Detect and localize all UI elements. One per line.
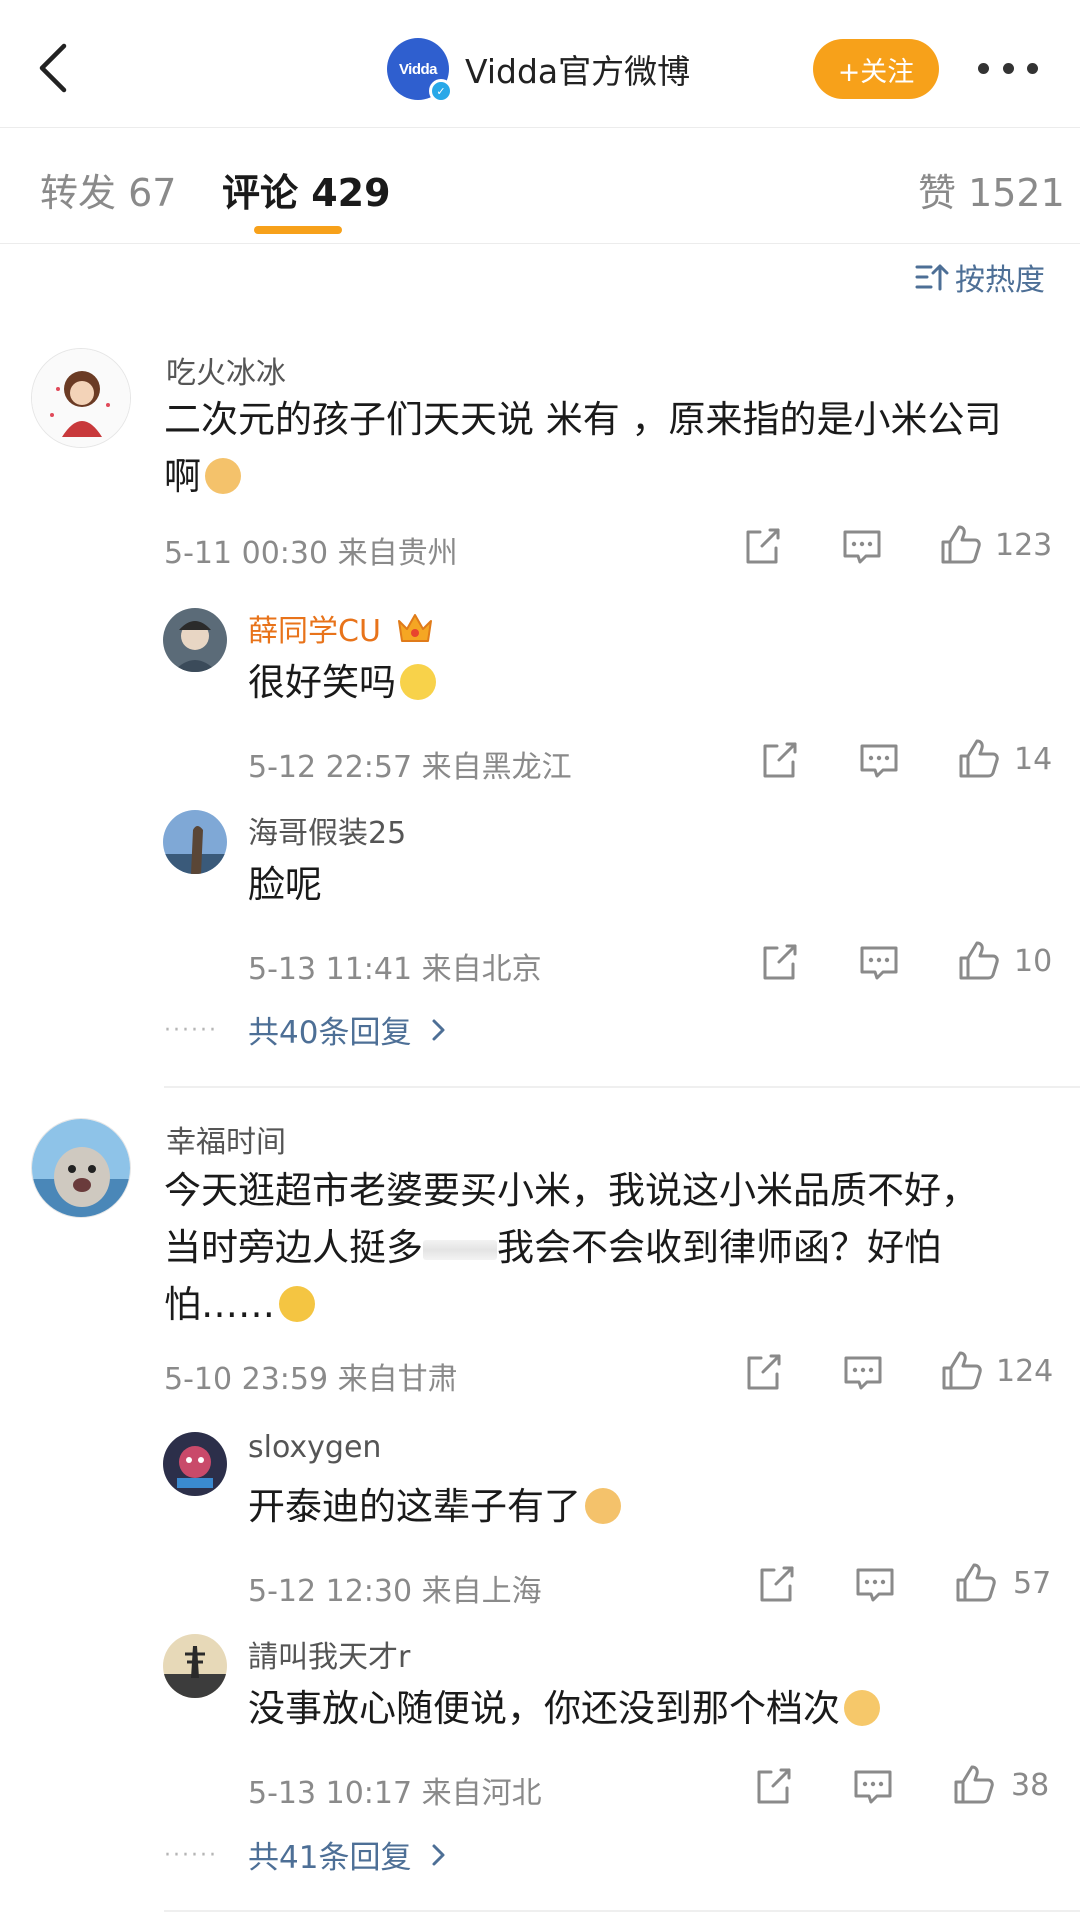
comment-text-line: 当时旁边人挺多 [164,1226,423,1269]
reply-text-content: 没事放心随便说，你还没到那个档次 [248,1687,840,1730]
follow-button[interactable]: +关注 [813,39,939,99]
comment-text-line: 今天逛超市老婆要买小米，我说这小米品质不好， [164,1169,978,1212]
comment-icon[interactable] [857,940,901,984]
like-count: 57 [1013,1566,1052,1601]
share-icon[interactable] [740,524,784,568]
reply-dots: ······ [164,1018,218,1043]
blurred-emoji [423,1239,497,1260]
like-icon[interactable] [953,1560,997,1604]
reply-text-content: 很好笑吗 [248,661,396,704]
vidda-logo: Vidda [398,60,438,78]
chevron-right-icon [432,1019,445,1040]
account-avatar[interactable]: Vidda ✓ [387,38,453,103]
tab-bar: 转发 67 评论 429 赞 1521 [0,128,1080,244]
comment-meta: 5-10 23:59 来自甘肃 [164,1362,458,1397]
share-icon[interactable] [757,940,801,984]
avatar[interactable] [163,608,227,672]
avatar[interactable] [163,1432,227,1496]
reply-text-content: 开泰迪的这辈子有了 [248,1485,581,1528]
comment-text-line: 怕…… [164,1283,275,1326]
smile-emoji-icon [400,664,436,700]
comment-text: 二次元的孩子们天天说 米有 ，原来指的是小米公司 啊 [164,391,1054,505]
like-icon[interactable] [956,736,1000,780]
like-count: 38 [1011,1768,1050,1803]
comment-divider [164,1910,1080,1912]
share-icon[interactable] [754,1562,798,1606]
comment-text-line: 啊 [164,455,201,498]
like-count: 14 [1014,742,1053,777]
reply-dots: ······ [164,1843,218,1868]
doge-emoji-icon [205,458,241,494]
comment-username[interactable]: 幸福时间 [166,1117,286,1161]
view-more-replies-link[interactable]: 共41条回复 [248,1832,453,1877]
more-replies-label: 共41条回复 [248,1840,412,1876]
sort-toggle[interactable]: 按热度 [915,254,1045,300]
reply-meta: 5-13 10:17 来自河北 [248,1776,542,1811]
more-options-icon[interactable] [978,58,1038,78]
avatar[interactable] [163,810,227,874]
like-count: 10 [1014,944,1053,979]
top-bar: Vidda ✓ Vidda官方微博 +关注 [0,0,1080,128]
avatar[interactable] [31,1118,131,1218]
tab-likes[interactable]: 赞 1521 [918,162,1065,217]
like-count: 123 [995,528,1053,563]
reply-text-content: 脸呢 [248,863,322,906]
active-tab-indicator [254,226,342,234]
tab-comments[interactable]: 评论 429 [222,162,391,217]
avatar[interactable] [163,1634,227,1698]
reply-meta: 5-12 12:30 来自上海 [248,1574,542,1609]
avatar[interactable] [31,348,131,448]
verified-badge-icon: ✓ [429,79,453,103]
sort-icon [915,264,949,291]
reply-text: 脸呢 [248,856,322,913]
account-name: Vidda官方微博 [465,52,691,91]
like-count: 124 [996,1354,1054,1389]
share-icon[interactable] [757,738,801,782]
reply-username[interactable]: 請叫我天才r [248,1632,410,1676]
like-icon[interactable] [951,1762,995,1806]
comment-divider [164,1086,1080,1088]
yum-emoji-icon [844,1690,880,1726]
laugh-cry-emoji-icon [279,1286,315,1322]
reply-username[interactable]: 海哥假装25 [248,808,406,852]
comment-icon[interactable] [840,524,884,568]
reply-meta: 5-12 22:57 来自黑龙江 [248,750,572,785]
reply-username[interactable]: sloxygen [248,1430,381,1465]
like-icon[interactable] [938,522,982,566]
more-replies-label: 共40条回复 [248,1015,412,1051]
share-icon[interactable] [741,1350,785,1394]
account-info[interactable]: Vidda ✓ Vidda官方微博 [387,38,691,103]
comment-icon[interactable] [851,1764,895,1808]
chevron-right-icon [432,1844,445,1865]
doge-emoji-icon [585,1488,621,1524]
comment-text-line: 二次元的孩子们天天说 米有 ，原来指的是小米公司 [164,398,1002,441]
reply-text: 开泰迪的这辈子有了 [248,1478,621,1535]
back-arrow-icon[interactable] [30,40,80,96]
reply-text: 很好笑吗 [248,654,436,711]
sort-label: 按热度 [955,263,1045,298]
comment-text: 今天逛超市老婆要买小米，我说这小米品质不好， 当时旁边人挺多 我会不会收到律师函？… [164,1162,1054,1333]
like-icon[interactable] [939,1348,983,1392]
reply-meta: 5-13 11:41 来自北京 [248,952,542,987]
comment-text-line: 我会不会收到律师函？好怕 [497,1226,941,1269]
comment-meta: 5-11 00:30 来自贵州 [164,536,458,571]
comment-icon[interactable] [853,1562,897,1606]
share-icon[interactable] [751,1764,795,1808]
reply-username-text: 薛同学CU [248,614,381,649]
view-more-replies-link[interactable]: 共40条回复 [248,1007,453,1052]
comment-username[interactable]: 吃火冰冰 [166,348,286,392]
like-icon[interactable] [956,938,1000,982]
reply-text: 没事放心随便说，你还没到那个档次 [248,1680,880,1737]
comment-icon[interactable] [841,1350,885,1394]
vip-crown-icon [396,611,434,653]
comment-icon[interactable] [857,738,901,782]
reply-username[interactable]: 薛同学CU [248,606,434,653]
tab-reposts[interactable]: 转发 67 [40,162,176,217]
